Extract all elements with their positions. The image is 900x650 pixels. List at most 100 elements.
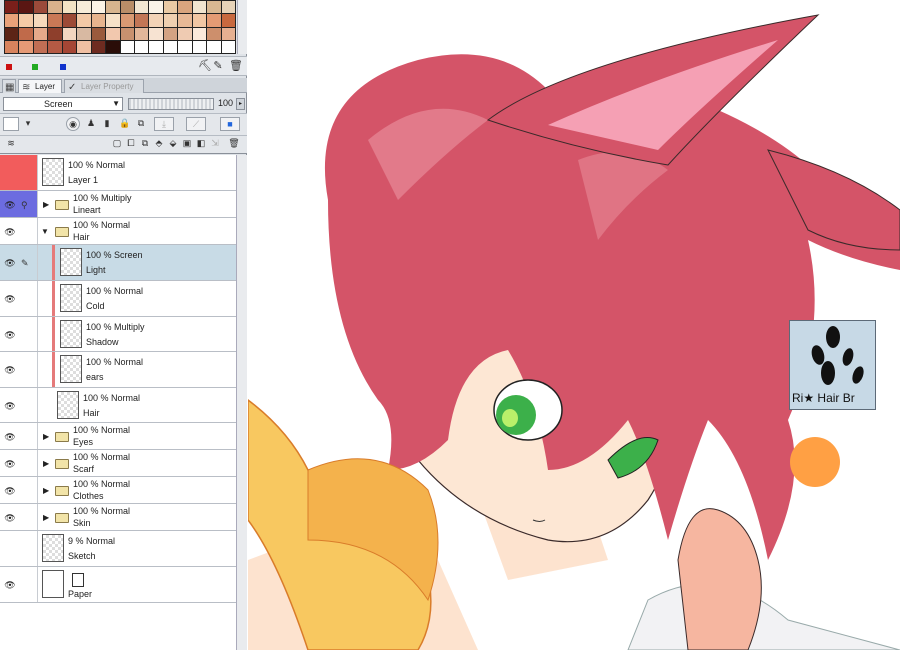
- chevron-right-icon[interactable]: ▶: [43, 432, 53, 441]
- palette-swatch[interactable]: [77, 14, 91, 27]
- visibility-eye-icon[interactable]: 👁: [4, 580, 16, 590]
- visibility-eye-icon[interactable]: 👁: [4, 459, 16, 469]
- palette-swatch[interactable]: [221, 40, 235, 53]
- layer-row[interactable]: 👁 ▼ 100 % Normal Hair: [0, 218, 236, 245]
- chevron-down-icon[interactable]: ▾: [21, 117, 35, 131]
- visibility-eye-icon[interactable]: 👁: [4, 294, 16, 304]
- chevron-right-icon[interactable]: ▶: [43, 513, 53, 522]
- visibility-eye-icon[interactable]: 👁: [4, 200, 16, 210]
- brush-tip-popup[interactable]: Ri★ Hair Br: [789, 320, 876, 410]
- mask-apply-icon[interactable]: ◧: [194, 137, 208, 151]
- mask-icon[interactable]: ◉: [66, 117, 80, 131]
- opacity-slider[interactable]: [128, 98, 214, 110]
- palette-swatch[interactable]: [221, 1, 235, 14]
- expression-color-button[interactable]: [3, 117, 19, 131]
- palette-swatch[interactable]: [163, 27, 178, 40]
- palette-swatch[interactable]: [91, 14, 106, 27]
- layer-row[interactable]: 👁 100 % Normal Hair: [0, 388, 236, 423]
- palette-swatch[interactable]: [5, 1, 19, 14]
- palette-swatch[interactable]: [19, 40, 33, 53]
- palette-swatch[interactable]: [62, 40, 77, 53]
- palette-swatch[interactable]: [178, 27, 192, 40]
- new-raster-layer-icon[interactable]: ▢: [110, 137, 124, 151]
- palette-swatch[interactable]: [91, 40, 106, 53]
- layer-row[interactable]: 👁 ⚲ ▶ 100 % Multiply Lineart: [0, 191, 236, 218]
- layer-list-scrollbar[interactable]: [236, 155, 247, 650]
- palette-swatch[interactable]: [77, 40, 91, 53]
- transfer-down-icon[interactable]: ⬙: [166, 137, 180, 151]
- transparent-color-swatch[interactable]: [60, 64, 66, 70]
- sub-color-swatch[interactable]: [32, 64, 38, 70]
- clip-below-icon[interactable]: ⇲: [208, 137, 222, 151]
- palette-swatch[interactable]: [62, 14, 77, 27]
- layer-color-icon[interactable]: ■: [220, 117, 240, 131]
- chevron-down-icon[interactable]: ▼: [41, 227, 51, 236]
- palette-swatch[interactable]: [192, 27, 207, 40]
- layer-row[interactable]: 👁 ✎ 100 % Screen Light: [0, 245, 236, 281]
- palette-swatch[interactable]: [134, 27, 149, 40]
- palette-swatch[interactable]: [207, 1, 221, 14]
- merge-down-icon[interactable]: ⬘: [152, 137, 166, 151]
- palette-swatch[interactable]: [5, 40, 19, 53]
- palette-swatch[interactable]: [62, 27, 77, 40]
- palette-swatch[interactable]: [149, 40, 163, 53]
- palette-swatch[interactable]: [120, 27, 134, 40]
- palette-swatch[interactable]: [207, 27, 221, 40]
- visibility-eye-icon[interactable]: 👁: [4, 330, 16, 340]
- visibility-eye-icon[interactable]: 👁: [4, 227, 16, 237]
- palette-swatch[interactable]: [149, 1, 163, 14]
- chevron-right-icon[interactable]: ▶: [43, 486, 53, 495]
- visibility-eye-icon[interactable]: 👁: [4, 486, 16, 496]
- tab-layer-property[interactable]: ✓ Layer Property: [64, 79, 144, 93]
- color-set-palette[interactable]: [4, 0, 236, 54]
- palette-swatch[interactable]: [62, 1, 77, 14]
- palette-swatch[interactable]: [221, 27, 235, 40]
- palette-swatch[interactable]: [120, 14, 134, 27]
- blend-mode-select[interactable]: Screen ▼: [3, 97, 123, 111]
- palette-swatch[interactable]: [120, 1, 134, 14]
- layer-row[interactable]: 👁 100 % Multiply Shadow: [0, 317, 236, 352]
- layer-row[interactable]: 100 % Normal Layer 1: [0, 155, 236, 191]
- palette-swatch[interactable]: [163, 40, 178, 53]
- palette-swatch[interactable]: [91, 27, 106, 40]
- tab-layer[interactable]: ≋ Layer: [18, 79, 62, 93]
- lock-icon[interactable]: 🔒: [118, 117, 132, 131]
- palette-swatch[interactable]: [19, 1, 33, 14]
- editing-brush-icon[interactable]: ✎: [21, 258, 33, 269]
- palette-swatch[interactable]: [77, 1, 91, 14]
- palette-swatch[interactable]: [19, 14, 33, 27]
- palette-swatch[interactable]: [221, 14, 235, 27]
- layer-row[interactable]: 👁 100 % Normal ears: [0, 352, 236, 388]
- layer-row[interactable]: 👁 ▶ 100 % Normal Skin: [0, 504, 236, 531]
- palette-swatch[interactable]: [48, 40, 62, 53]
- palette-swatch[interactable]: [48, 1, 62, 14]
- chevron-right-icon[interactable]: ▶: [43, 200, 53, 209]
- palette-swatch[interactable]: [120, 40, 134, 53]
- palette-swatch[interactable]: [33, 27, 48, 40]
- palette-swatch[interactable]: [5, 14, 19, 27]
- palette-swatch[interactable]: [207, 40, 221, 53]
- replace-color-icon[interactable]: ✎: [212, 60, 224, 72]
- palette-swatch[interactable]: [19, 27, 33, 40]
- tab-extra[interactable]: ▦: [2, 79, 16, 93]
- palette-swatch[interactable]: [149, 27, 163, 40]
- visibility-eye-icon[interactable]: 👁: [4, 432, 16, 442]
- visibility-eye-icon[interactable]: 👁: [4, 401, 16, 411]
- palette-swatch[interactable]: [5, 27, 19, 40]
- visibility-eye-icon[interactable]: 👁: [4, 513, 16, 523]
- palette-swatch[interactable]: [192, 40, 207, 53]
- palette-swatch[interactable]: [134, 1, 149, 14]
- palette-swatch[interactable]: [192, 1, 207, 14]
- opacity-spin-button[interactable]: ▸: [236, 98, 245, 110]
- new-vector-layer-icon[interactable]: ⧠: [124, 137, 138, 151]
- palette-swatch[interactable]: [106, 40, 120, 53]
- reference-icon[interactable]: ♟: [84, 117, 98, 131]
- lock-icon[interactable]: ⚲: [21, 200, 33, 211]
- palette-swatch[interactable]: [192, 14, 207, 27]
- visibility-eye-icon[interactable]: 👁: [4, 365, 16, 375]
- palette-swatch[interactable]: [149, 14, 163, 27]
- palette-swatch[interactable]: [178, 40, 192, 53]
- visibility-eye-icon[interactable]: 👁: [4, 258, 16, 268]
- draft-icon[interactable]: ▮: [100, 117, 114, 131]
- palette-swatch[interactable]: [33, 40, 48, 53]
